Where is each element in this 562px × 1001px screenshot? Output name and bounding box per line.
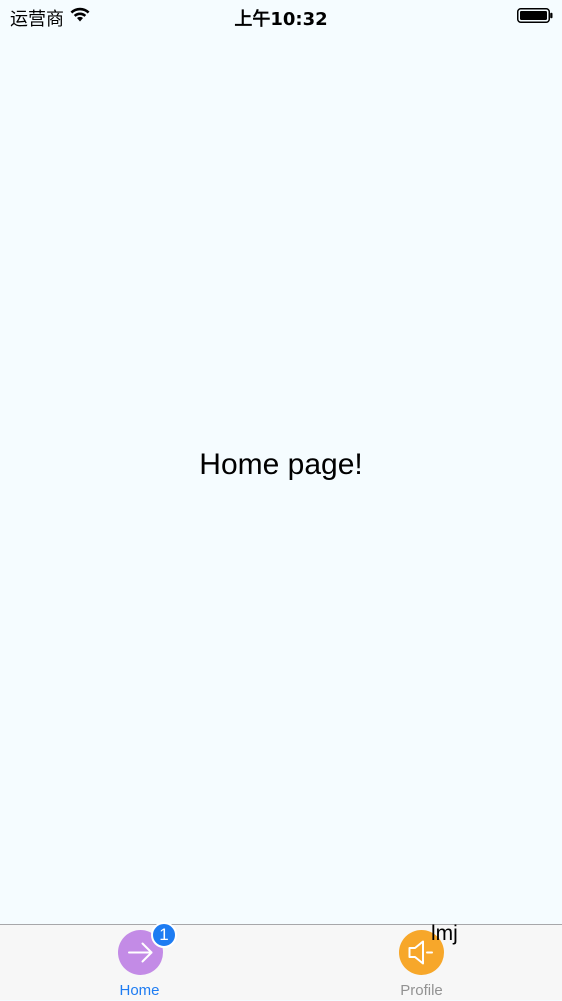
tab-home[interactable]: 1 Home	[0, 922, 281, 1001]
page-message: Home page!	[199, 448, 363, 481]
battery-icon	[517, 8, 553, 23]
tab-profile[interactable]: lmj Profile	[281, 922, 562, 1001]
tab-bar: 1 Home lmj Profile	[0, 922, 562, 1001]
home-screen: Home page!	[0, 32, 562, 924]
home-badge: 1	[151, 922, 177, 948]
tab-home-label: Home	[119, 982, 160, 999]
tab-profile-label: Profile	[400, 982, 443, 999]
profile-badge: lmj	[431, 922, 458, 945]
status-bar: 运营商 上午10:32	[0, 0, 562, 32]
status-time: 上午10:32	[234, 9, 328, 30]
